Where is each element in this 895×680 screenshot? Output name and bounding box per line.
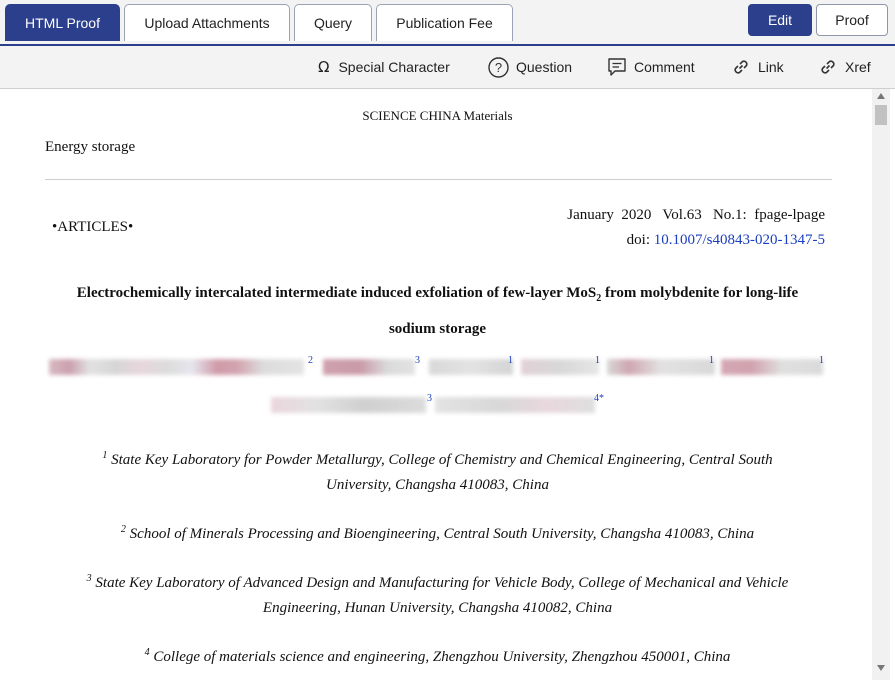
link-label: Link — [758, 59, 784, 75]
author-mark: 4* — [594, 393, 604, 404]
tab-publication-fee[interactable]: Publication Fee — [376, 4, 513, 41]
doi-line: doi: 10.1007/s40843-020-1347-5 — [627, 232, 825, 249]
xref-label: Xref — [845, 59, 871, 75]
proof-document: SCIENCE CHINA Materials Energy storage •… — [5, 89, 870, 680]
scroll-up-icon[interactable] — [877, 93, 885, 99]
comment-button[interactable]: Comment — [607, 46, 695, 88]
author-mark: 2 — [308, 355, 313, 366]
tab-query[interactable]: Query — [294, 4, 372, 41]
author-mark: 3 — [427, 393, 432, 404]
link-icon — [821, 60, 835, 74]
proof-button[interactable]: Proof — [816, 4, 888, 36]
question-label: Question — [516, 59, 573, 75]
tab-html-proof[interactable]: HTML Proof — [5, 4, 120, 41]
title-line-1: Electrochemically intercalated intermedi… — [76, 285, 799, 304]
scroll-down-icon[interactable] — [877, 665, 885, 671]
journal-name: SCIENCE CHINA Materials — [362, 108, 513, 123]
question-button[interactable]: ? Question — [488, 46, 572, 88]
vertical-scrollbar[interactable] — [872, 89, 890, 680]
scrollbar-thumb[interactable] — [875, 105, 887, 125]
affiliation: 1 State Key Laboratory for Powder Metall… — [102, 450, 773, 493]
article-type: •ARTICLES• — [52, 219, 134, 235]
svg-text:?: ? — [495, 60, 502, 75]
issue-info: January 2020 Vol.63 No.1: fpage-lpage — [567, 207, 825, 223]
header-divider — [45, 179, 832, 180]
editor-toolbar: Ω Special Character ? Question Comment L… — [0, 46, 895, 89]
question-icon: ? — [488, 56, 509, 78]
link-icon — [734, 60, 748, 74]
doi-link[interactable]: 10.1007/s40843-020-1347-5 — [654, 232, 825, 248]
tab-upload-attachments[interactable]: Upload Attachments — [124, 4, 290, 41]
article-title: Electrochemically intercalated intermedi… — [5, 278, 870, 345]
link-button[interactable]: Link — [731, 46, 784, 88]
author-mark: 1 — [595, 355, 600, 366]
edit-button[interactable]: Edit — [748, 4, 812, 36]
affiliation: 2 School of Minerals Processing and Bioe… — [120, 524, 755, 542]
comment-label: Comment — [634, 59, 695, 75]
author-mark: 1 — [709, 355, 714, 366]
affiliation: 4 College of materials science and engin… — [144, 647, 731, 665]
special-character-button[interactable]: Ω Special Character — [318, 46, 450, 88]
tab-bar: HTML Proof Upload Attachments Query Publ… — [0, 0, 895, 46]
section-heading: Energy storage — [45, 139, 136, 155]
author-mark: 3 — [415, 355, 420, 366]
author-mark: 1 — [508, 355, 513, 366]
affiliation: 3 State Key Laboratory of Advanced Desig… — [86, 573, 789, 616]
doi-prefix: doi: — [626, 232, 654, 248]
special-character-label: Special Character — [338, 59, 450, 75]
title-line-2: sodium storage — [388, 321, 487, 337]
xref-button[interactable]: Xref — [818, 46, 871, 88]
comment-icon — [608, 58, 626, 76]
omega-icon: Ω — [318, 58, 330, 76]
author-mark: 1 — [819, 355, 824, 366]
